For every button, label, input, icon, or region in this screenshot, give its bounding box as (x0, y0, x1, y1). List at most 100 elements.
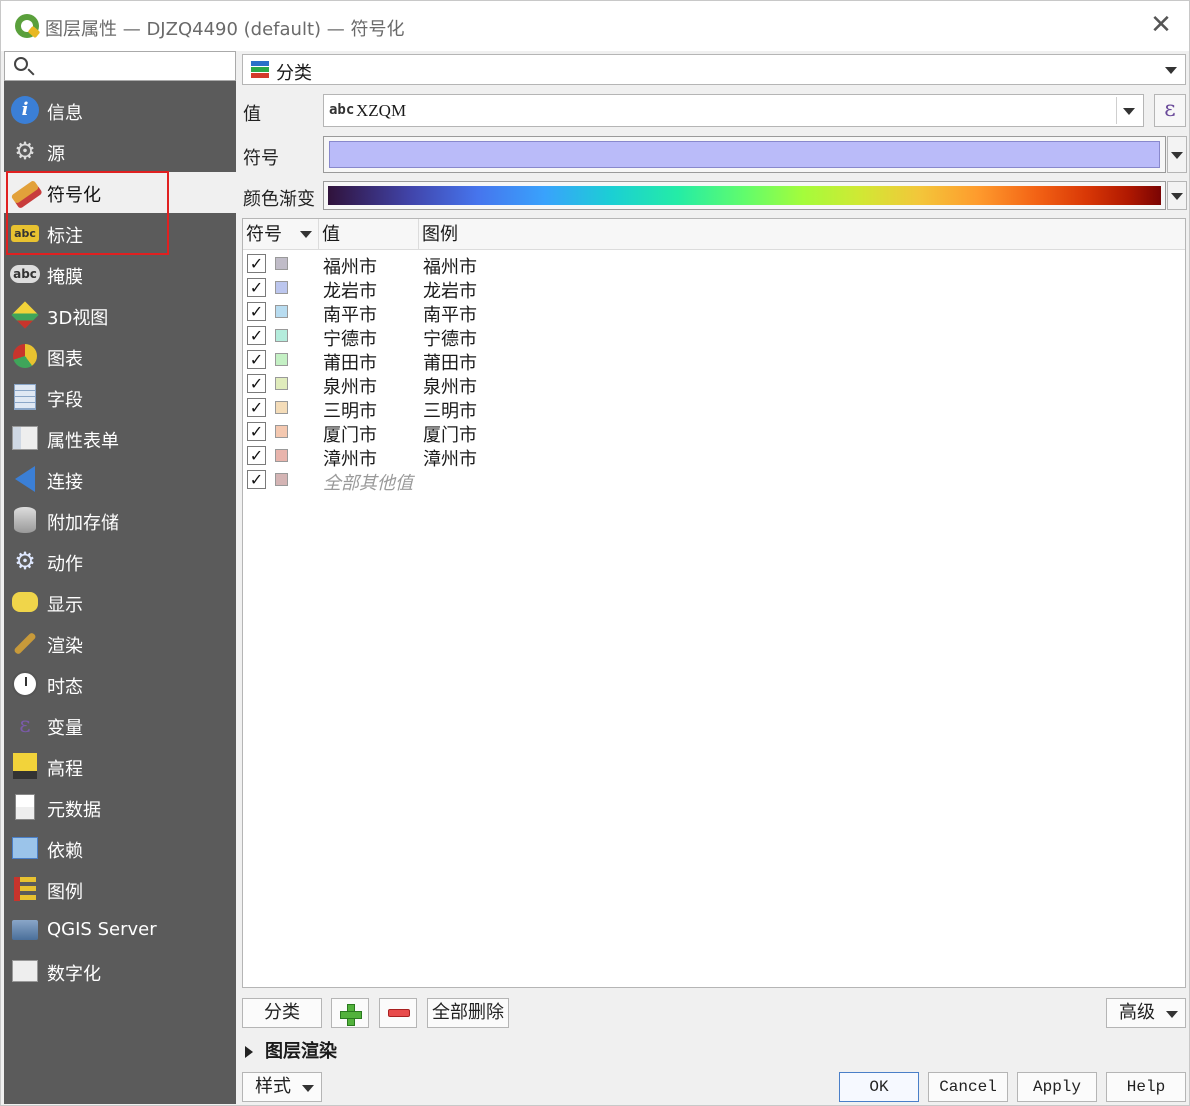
symbol-dropdown-button[interactable] (1167, 136, 1187, 173)
color-ramp-dropdown-button[interactable] (1167, 181, 1187, 210)
color-ramp-preview (328, 186, 1161, 205)
temporal-clock-icon (10, 669, 40, 699)
sidebar-item-elevation[interactable]: 高程 (4, 746, 236, 787)
table-row[interactable]: ✓ 南平市 南平市 (243, 300, 1185, 326)
category-checkbox[interactable]: ✓ (247, 302, 266, 321)
symbol-label: 符号 (243, 148, 279, 169)
help-button[interactable]: Help (1106, 1072, 1186, 1102)
table-row[interactable]: ✓ 漳州市 漳州市 (243, 444, 1185, 470)
color-ramp-button[interactable] (323, 181, 1166, 210)
category-checkbox[interactable]: ✓ (247, 398, 266, 417)
layer-rendering-section[interactable]: 图层渲染 (245, 1037, 337, 1063)
sidebar-item-labels-abc[interactable]: abc 标注 (4, 213, 236, 254)
legend-icon (10, 874, 40, 904)
sidebar-item-diagram[interactable]: 图表 (4, 336, 236, 377)
category-symbol-swatch[interactable] (275, 281, 288, 294)
category-checkbox[interactable]: ✓ (247, 374, 266, 393)
categories-table[interactable]: 符号 值 图例 ✓ 福州市 福州市 ✓ 龙岩市 龙岩市 ✓ 南平市 南平市 ✓ 宁德市 宁德市 ✓ 莆田市… (242, 218, 1186, 988)
category-symbol-swatch[interactable] (275, 305, 288, 318)
category-symbol-swatch[interactable] (275, 353, 288, 366)
sidebar-item-label: 时态 (47, 677, 83, 698)
chevron-down-icon (302, 1085, 314, 1092)
sidebar-item-digitizing[interactable]: 数字化 (4, 951, 236, 992)
sidebar-item-label: 连接 (47, 472, 83, 493)
sidebar-item-variables-epsilon[interactable]: ε 变量 (4, 705, 236, 746)
table-row[interactable]: ✓ 龙岩市 龙岩市 (243, 276, 1185, 302)
fields-icon (10, 382, 40, 412)
category-checkbox[interactable]: ✓ (247, 254, 266, 273)
table-row[interactable]: ✓ 厦门市 厦门市 (243, 420, 1185, 446)
category-symbol-swatch[interactable] (275, 329, 288, 342)
category-symbol-swatch[interactable] (275, 449, 288, 462)
header-symbol[interactable]: 符号 (243, 219, 319, 250)
sidebar-item-3d-cube[interactable]: 3D视图 (4, 295, 236, 336)
category-checkbox[interactable]: ✓ (247, 326, 266, 345)
classify-button[interactable]: 分类 (242, 998, 322, 1028)
table-row[interactable]: ✓ 全部其他值 (243, 468, 1185, 495)
sidebar-item-auxiliary-storage[interactable]: 附加存储 (4, 500, 236, 541)
expression-button[interactable]: ε (1154, 94, 1186, 127)
sidebar-item-legend[interactable]: 图例 (4, 869, 236, 910)
table-row[interactable]: ✓ 莆田市 莆田市 (243, 348, 1185, 374)
value-label: 值 (243, 104, 261, 125)
sidebar-item-label: 源 (47, 144, 65, 165)
category-checkbox[interactable]: ✓ (247, 350, 266, 369)
sidebar-item-attribute-form[interactable]: 属性表单 (4, 418, 236, 459)
sidebar-item-temporal-clock[interactable]: 时态 (4, 664, 236, 705)
cancel-button[interactable]: Cancel (928, 1072, 1008, 1102)
symbol-button[interactable] (323, 136, 1166, 173)
search-input[interactable] (4, 51, 236, 81)
header-legend[interactable]: 图例 (419, 219, 1185, 250)
apply-button[interactable]: Apply (1017, 1072, 1097, 1102)
header-symbol-label: 符号 (246, 224, 282, 245)
sidebar-item-info[interactable]: i 信息 (4, 90, 236, 131)
category-checkbox[interactable]: ✓ (247, 470, 266, 489)
categorized-renderer-icon (251, 61, 269, 79)
ok-button[interactable]: OK (839, 1072, 919, 1102)
sidebar-item-actions[interactable]: ⚙ 动作 (4, 541, 236, 582)
sidebar-item-qgis-server[interactable]: QGIS Server (4, 910, 236, 951)
category-checkbox[interactable]: ✓ (247, 422, 266, 441)
sidebar-item-joins[interactable]: 连接 (4, 459, 236, 500)
actions-icon: ⚙ (14, 547, 36, 575)
sidebar-item-symbology-brush[interactable]: 符号化 (4, 172, 236, 213)
dependencies-icon (10, 833, 40, 863)
renderer-type-combo[interactable]: 分类 (242, 54, 1186, 85)
advanced-button[interactable]: 高级 (1106, 998, 1186, 1028)
category-value[interactable]: 全部其他值 (323, 469, 413, 495)
table-row[interactable]: ✓ 三明市 三明市 (243, 396, 1185, 422)
category-checkbox[interactable]: ✓ (247, 278, 266, 297)
chevron-down-icon (1171, 151, 1183, 159)
combo-separator (1116, 97, 1117, 124)
sidebar-item-metadata[interactable]: 元数据 (4, 787, 236, 828)
header-value[interactable]: 值 (319, 219, 419, 250)
add-category-button[interactable] (331, 998, 369, 1028)
style-button[interactable]: 样式 (242, 1072, 322, 1102)
sidebar-item-fields[interactable]: 字段 (4, 377, 236, 418)
table-row[interactable]: ✓ 泉州市 泉州市 (243, 372, 1185, 398)
sidebar-item-label: 元数据 (47, 800, 101, 821)
sidebar-item-mask-abc[interactable]: abc 掩膜 (4, 254, 236, 295)
table-row[interactable]: ✓ 宁德市 宁德市 (243, 324, 1185, 350)
delete-all-button[interactable]: 全部删除 (427, 998, 509, 1028)
table-row[interactable]: ✓ 福州市 福州市 (243, 252, 1185, 278)
layer-rendering-label: 图层渲染 (265, 1041, 337, 1062)
category-symbol-swatch[interactable] (275, 425, 288, 438)
qgis-server-icon (10, 915, 40, 945)
sidebar-item-display-tip[interactable]: 显示 (4, 582, 236, 623)
sidebar-item-rendering-brush[interactable]: 渲染 (4, 623, 236, 664)
category-symbol-swatch[interactable] (275, 473, 288, 486)
sidebar-item-label: 3D视图 (47, 308, 109, 329)
sidebar-item-source-wrench[interactable]: ⚙ 源 (4, 131, 236, 172)
category-checkbox[interactable]: ✓ (247, 446, 266, 465)
close-icon[interactable]: ✕ (1147, 11, 1175, 39)
category-symbol-swatch[interactable] (275, 377, 288, 390)
remove-category-button[interactable] (379, 998, 417, 1028)
advanced-label: 高级 (1119, 1002, 1155, 1023)
sidebar-item-label: 字段 (47, 390, 83, 411)
category-symbol-swatch[interactable] (275, 257, 288, 270)
value-field-combo[interactable]: abc XZQM (323, 94, 1144, 127)
plus-icon (340, 1004, 362, 1026)
category-symbol-swatch[interactable] (275, 401, 288, 414)
sidebar-item-dependencies[interactable]: 依赖 (4, 828, 236, 869)
